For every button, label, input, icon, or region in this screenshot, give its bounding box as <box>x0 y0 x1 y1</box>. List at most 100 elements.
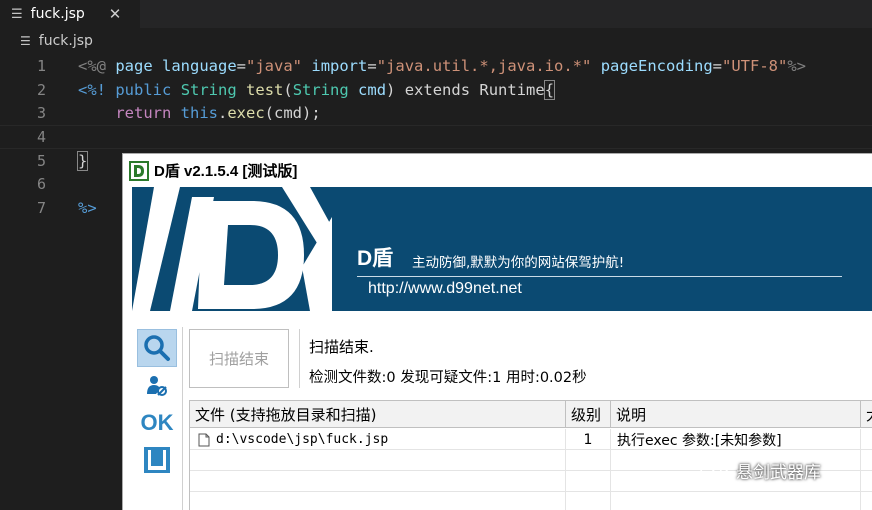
user-scan-icon <box>147 376 167 396</box>
column-desc[interactable]: 说明 <box>611 401 861 428</box>
banner-url[interactable]: http://www.d99net.net <box>368 280 522 298</box>
code-token: cmd <box>358 80 387 99</box>
code-token: <%! <box>78 80 106 99</box>
code-token: ) <box>386 80 405 99</box>
file-lines-icon: ☰ <box>20 34 31 48</box>
banner-brand: D盾 <box>357 247 394 270</box>
dshield-big-logo <box>132 187 332 311</box>
code-token: "UTF-8" <box>722 57 788 76</box>
code-token: this <box>180 104 218 123</box>
code-token: Runtime <box>479 80 545 99</box>
desc-cell: 执行exec 参数:[未知参数] <box>611 429 861 450</box>
status-divider <box>299 329 300 388</box>
code-token: . <box>218 104 228 123</box>
scan-finished-button[interactable]: 扫描结束 <box>189 329 289 388</box>
table-header: 文件 (支持拖放目录和扫描) 级别 说明 大 <box>190 401 872 428</box>
code-token: %> <box>78 198 97 217</box>
code-text: %> <box>78 199 97 217</box>
code-line[interactable]: 1 <%@ page language="java" import="java.u… <box>0 55 872 79</box>
close-icon[interactable]: ✕ <box>109 5 122 23</box>
watermark: 悬剑武器库 <box>700 458 821 483</box>
search-icon <box>144 335 170 361</box>
line-number: 3 <box>36 104 46 123</box>
code-token: public <box>115 80 172 99</box>
column-size[interactable]: 大 <box>861 401 872 428</box>
code-token: page <box>115 57 153 76</box>
banner-slogan: 主动防御,默默为你的网站保驾护航! <box>412 255 625 271</box>
code-token: pageEncoding <box>600 57 713 76</box>
file-path: d:\vscode\jsp\fuck.jsp <box>216 432 389 447</box>
code-token: String <box>180 80 237 99</box>
code-line[interactable]: 3 return this.exec(cmd); <box>0 102 872 126</box>
code-token: ( <box>283 80 293 99</box>
ok-icon: OK <box>140 410 174 435</box>
code-token: return <box>115 104 172 123</box>
line-number: 6 <box>36 175 46 194</box>
file-icon <box>198 433 210 446</box>
scan-tool-button[interactable] <box>137 329 177 367</box>
code-token: = <box>236 57 247 76</box>
code-token: = <box>712 57 723 76</box>
ok-tool-button[interactable]: OK <box>137 404 177 442</box>
column-file[interactable]: 文件 (支持拖放目录和扫描) <box>190 401 566 428</box>
code-token: String <box>292 80 349 99</box>
column-level[interactable]: 级别 <box>566 401 611 428</box>
code-token: import <box>311 57 368 76</box>
line-number: 4 <box>36 128 46 147</box>
code-token: = <box>367 57 377 76</box>
frame-icon <box>144 447 170 473</box>
code-token: <%@ <box>78 57 106 76</box>
code-text: return this.exec(cmd); <box>78 104 321 123</box>
dshield-logo-icon <box>129 160 149 181</box>
code-line[interactable]: 2 <%! public String test(String cmd) exte… <box>0 78 872 102</box>
dshield-titlebar: D盾 v2.1.5.4 [测试版] <box>123 154 872 187</box>
watermark-text: 悬剑武器库 <box>736 463 821 483</box>
breadcrumb-file[interactable]: fuck.jsp <box>39 33 93 49</box>
tab-fuck-jsp[interactable]: ☰ fuck.jsp ✕ <box>0 0 140 28</box>
code-token: extends <box>404 80 471 99</box>
wechat-icon <box>700 459 729 481</box>
frame-tool-button[interactable] <box>137 441 177 479</box>
file-lines-icon: ☰ <box>11 6 23 22</box>
line-number: 7 <box>36 198 46 217</box>
dshield-title: D盾 v2.1.5.4 [测试版] <box>154 163 298 180</box>
table-row[interactable]: d:\vscode\jsp\fuck.jsp 1 执行exec 参数:[未知参数… <box>190 429 872 450</box>
banner-divider <box>357 276 842 277</box>
code-token: "java.util.*,java.io.*" <box>376 57 592 76</box>
file-cell: d:\vscode\jsp\fuck.jsp <box>190 429 566 450</box>
code-token: "java" <box>246 57 303 76</box>
status-line-1: 扫描结束. <box>309 338 374 356</box>
table-row <box>190 492 872 510</box>
code-token: %> <box>787 57 807 76</box>
line-number: 1 <box>36 57 46 76</box>
dshield-window: D盾 v2.1.5.4 [测试版] D盾 主动防御,默默为你的网站保驾护航! h… <box>122 153 872 510</box>
tool-column: OK <box>133 327 183 510</box>
code-token: (cmd); <box>264 104 321 123</box>
level-cell: 1 <box>566 429 611 450</box>
code-line[interactable]: 4 <box>0 125 872 149</box>
tab-label: fuck.jsp <box>30 6 85 22</box>
code-token: exec <box>227 104 265 123</box>
vertical-divider <box>182 327 183 510</box>
code-text: <%! public String test(String cmd) exten… <box>78 79 556 100</box>
editor-tab-bar: ☰ fuck.jsp ✕ <box>0 0 872 28</box>
code-text: } <box>76 150 89 171</box>
process-tool-button[interactable] <box>137 367 177 405</box>
dshield-banner: D盾 主动防御,默默为你的网站保驾护航! http://www.d99net.n… <box>132 187 872 311</box>
status-line-2: 检测文件数:0 发现可疑文件:1 用时:0.02秒 <box>309 370 587 386</box>
code-token: { <box>543 79 556 100</box>
line-number: 2 <box>36 80 46 99</box>
code-token: test <box>246 80 284 99</box>
code-token: } <box>76 150 89 171</box>
